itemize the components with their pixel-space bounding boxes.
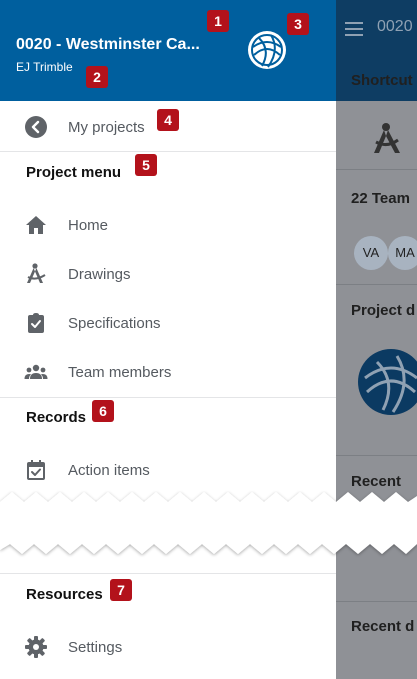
callout-badge-4: 4	[157, 109, 179, 131]
gear-icon	[25, 636, 47, 658]
menu-item-home[interactable]: Home	[0, 203, 336, 247]
menu-item-specifications[interactable]: Specifications	[0, 301, 336, 345]
torn-paper-break	[0, 492, 417, 554]
navigation-drawer: 0020 - Westminster Ca... EJ Trimble My p…	[0, 0, 336, 679]
menu-item-label: Settings	[68, 639, 123, 656]
callout-badge-3: 3	[287, 13, 309, 35]
drawings-icon	[27, 263, 46, 283]
background-project-label: Project d	[351, 302, 416, 319]
background-divider	[336, 601, 417, 602]
records-heading: Records	[26, 409, 87, 426]
menu-item-drawings[interactable]: Drawings	[0, 252, 336, 296]
menu-item-action-items[interactable]: Action items	[0, 448, 336, 492]
home-icon	[26, 216, 46, 234]
project-title[interactable]: 0020 - Westminster Ca...	[16, 36, 200, 54]
callout-badge-2: 2	[86, 66, 108, 88]
background-topbar-title: 0020	[377, 18, 413, 35]
background-divider	[336, 169, 417, 170]
menu-item-label: Action items	[68, 462, 150, 479]
divider	[0, 151, 336, 152]
my-projects-label: My projects	[68, 119, 145, 136]
hamburger-menu-icon[interactable]	[345, 18, 363, 38]
background-divider	[336, 455, 417, 456]
user-name: EJ Trimble	[16, 60, 73, 74]
background-divider	[336, 284, 417, 285]
background-drawings-shortcut-icon[interactable]	[370, 120, 404, 156]
callout-badge-6: 6	[92, 400, 114, 422]
calendar-check-icon	[27, 460, 45, 480]
resources-heading: Resources	[26, 586, 103, 603]
specifications-icon	[28, 313, 44, 333]
menu-item-label: Team members	[68, 364, 172, 381]
menu-item-label: Specifications	[68, 315, 161, 332]
menu-item-settings[interactable]: Settings	[0, 625, 336, 669]
background-project-logo	[358, 349, 417, 415]
drawer-header: 0020 - Westminster Ca... EJ Trimble	[0, 0, 336, 101]
team-members-icon	[24, 364, 48, 379]
menu-item-label: Home	[68, 217, 109, 234]
project-logo-icon[interactable]	[247, 30, 287, 70]
callout-badge-1: 1	[207, 10, 229, 32]
menu-item-label: Drawings	[68, 266, 131, 283]
background-avatar[interactable]: MA	[388, 236, 417, 270]
background-team-label: 22 Team	[351, 190, 410, 207]
divider	[0, 397, 336, 398]
callout-badge-7: 7	[110, 579, 132, 601]
divider	[0, 573, 336, 574]
menu-item-team-members[interactable]: Team members	[0, 350, 336, 394]
project-menu-heading: Project menu	[26, 164, 122, 181]
background-shortcuts-label: Shortcut	[351, 72, 413, 89]
back-arrow-icon	[25, 116, 47, 138]
background-recent-label-2: Recent d	[351, 618, 415, 635]
background-avatar[interactable]: VA	[354, 236, 388, 270]
callout-badge-5: 5	[135, 154, 157, 176]
